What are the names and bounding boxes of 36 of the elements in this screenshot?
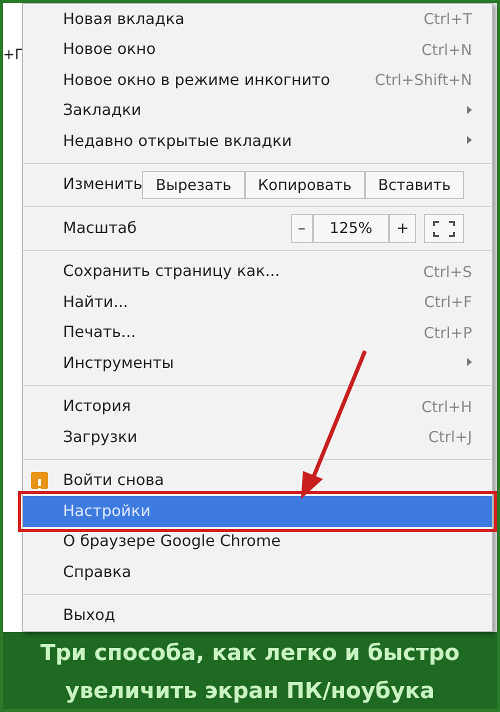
menu-item[interactable]: Загрузки Ctrl+J — [23, 422, 492, 452]
zoom-level-text: 125% — [312, 214, 390, 242]
fullscreen-button[interactable] — [424, 214, 464, 242]
shortcut-text: Ctrl+N — [422, 40, 472, 60]
shortcut-text: Ctrl+H — [421, 396, 472, 418]
menu-item[interactable]: Новая вкладка Ctrl+T — [23, 4, 492, 34]
menu-item[interactable]: Выход — [23, 600, 492, 631]
menu-label: Изменить — [63, 174, 142, 196]
menu-item[interactable]: Инструменты — [23, 348, 492, 378]
menu-item[interactable]: Новое окно в режиме инкогнито Ctrl+Shift+N — [23, 65, 492, 96]
menu-item[interactable]: Новое окно Ctrl+N — [23, 34, 492, 65]
edit-button[interactable]: Вырезать — [142, 170, 245, 199]
menu-item[interactable]: Найти... Ctrl+F — [23, 287, 492, 318]
shortcut-text: Ctrl+P — [424, 322, 472, 344]
edit-button[interactable]: Копировать — [244, 170, 365, 199]
shortcut-text: Ctrl+S — [423, 262, 472, 282]
menu-item[interactable]: Недавно открытые вкладки — [23, 126, 492, 156]
caption-text: увеличить экран ПК/ноубука — [64, 678, 436, 706]
shortcut-text: Ctrl+Shift+N — [374, 70, 472, 91]
menu-label: Масштаб — [63, 218, 137, 239]
zoom-in-button[interactable]: + — [389, 214, 416, 242]
menu-item[interactable]: Сохранить страницу как... Ctrl+S — [23, 256, 492, 287]
menu-item[interactable]: История Ctrl+H — [23, 392, 492, 422]
menu-item[interactable]: Печать... Ctrl+P — [23, 318, 492, 348]
page-text-fragment: +Г — [3, 47, 24, 63]
zoom-out-button[interactable]: – — [291, 214, 313, 242]
menu-item[interactable]: Войти снова — [23, 466, 492, 496]
menu-item[interactable]: О браузере Google Chrome — [23, 526, 492, 557]
caption-text: Три способа, как легко и быстро — [39, 640, 461, 668]
edit-button[interactable]: Вставить — [364, 170, 464, 199]
menu-item[interactable]: Закладки — [23, 96, 492, 126]
shortcut-text: Ctrl+J — [428, 427, 472, 448]
fullscreen-icon — [433, 220, 455, 237]
shortcut-text: Ctrl+T — [424, 9, 472, 30]
shortcut-text: Ctrl+F — [424, 292, 472, 313]
menu-item[interactable]: Справка — [23, 557, 492, 588]
